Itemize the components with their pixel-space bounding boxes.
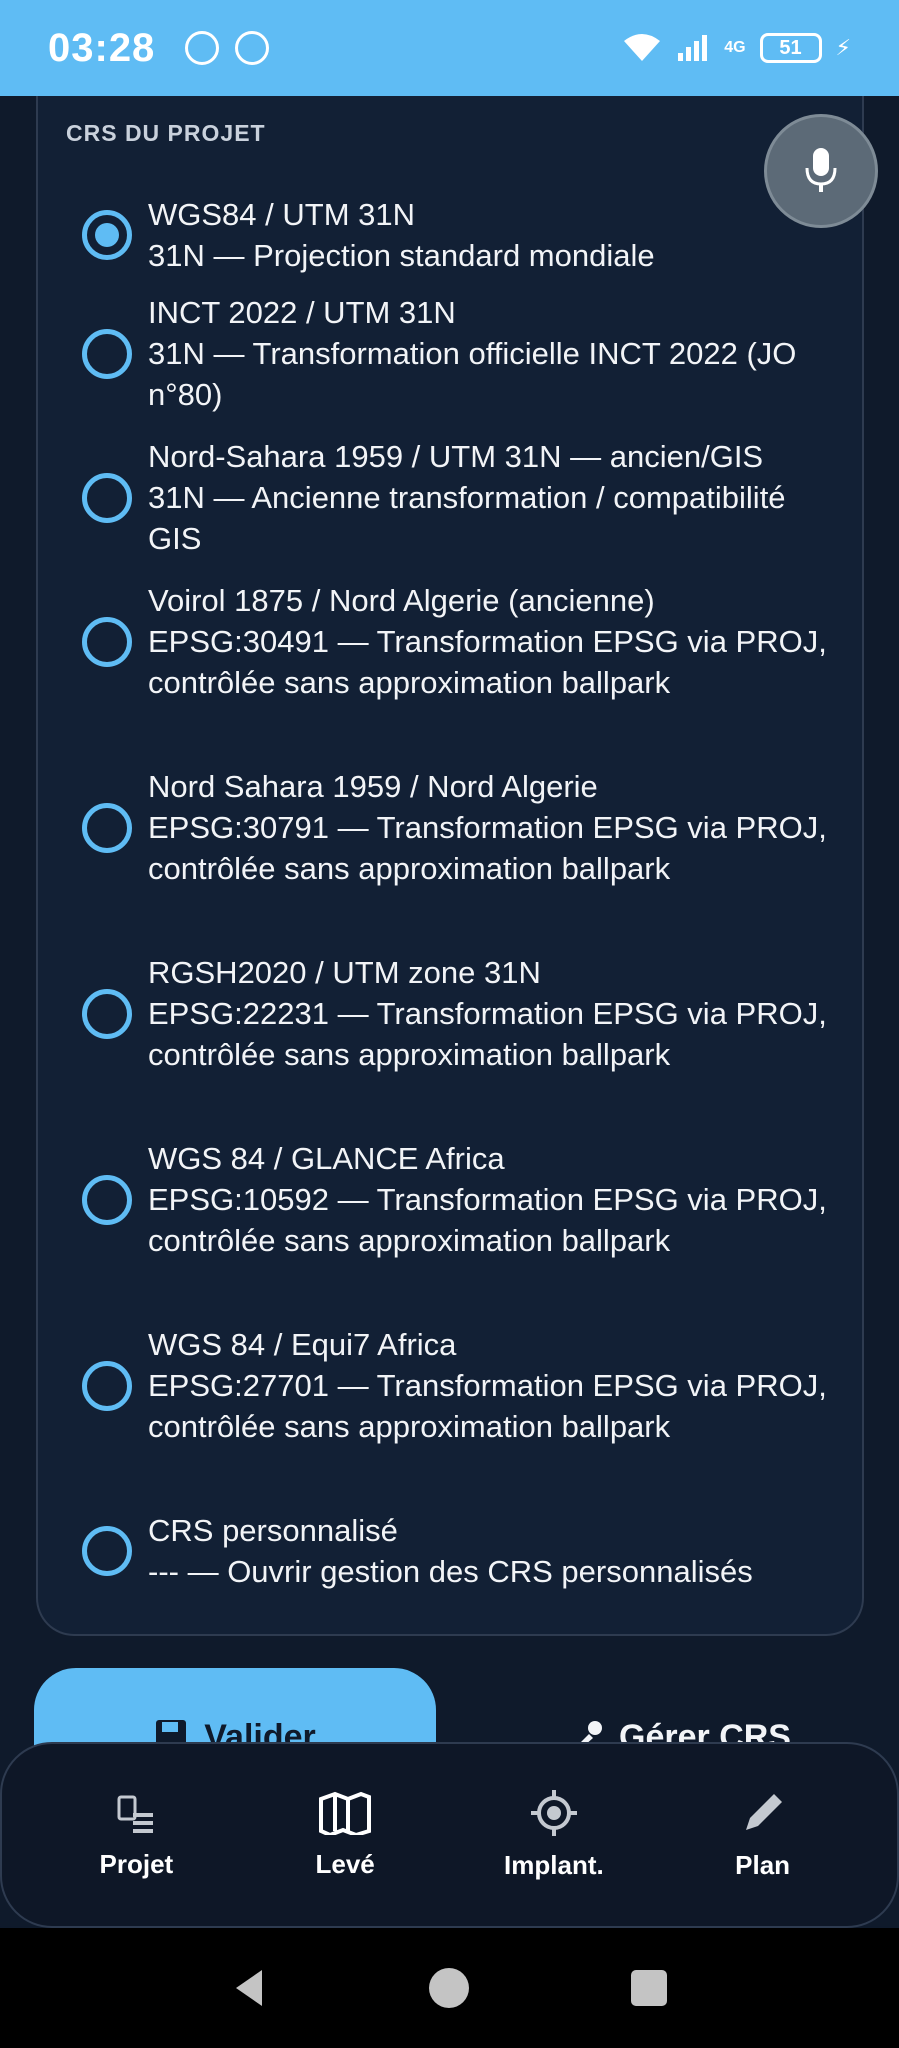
bottom-navigation: Projet Levé Implant. Plan xyxy=(0,1742,899,1928)
crs-option-description: 31N — Projection standard mondiale xyxy=(148,238,655,273)
recents-icon[interactable] xyxy=(627,1966,671,2010)
crs-option-name: WGS 84 / Equi7 Africa xyxy=(148,1327,457,1362)
crs-option-voirol[interactable]: Voirol 1875 / Nord Algerie (ancienne) EP… xyxy=(82,580,842,703)
crs-option-name: Nord Sahara 1959 / Nord Algerie xyxy=(148,769,598,804)
status-bar: 03:28 4G 51 ⚡ xyxy=(0,0,899,96)
nav-item-leve[interactable]: Levé xyxy=(250,1791,440,1880)
microphone-icon xyxy=(805,148,837,192)
crs-option-rgsh2020[interactable]: RGSH2020 / UTM zone 31N EPSG:22231 — Tra… xyxy=(82,952,842,1075)
crs-option-description: EPSG:10592 — Transformation EPSG via PRO… xyxy=(148,1182,827,1258)
signal-icon xyxy=(676,33,710,63)
notification-app-icon xyxy=(185,31,220,65)
radio-button[interactable] xyxy=(82,1526,132,1576)
system-navigation-bar xyxy=(0,1928,899,2048)
charging-icon: ⚡ xyxy=(835,35,851,60)
crs-option-name: INCT 2022 / UTM 31N xyxy=(148,295,456,330)
crs-option-name: Voirol 1875 / Nord Algerie (ancienne) xyxy=(148,583,655,618)
status-time: 03:28 xyxy=(48,25,156,70)
pencil-icon xyxy=(745,1793,782,1830)
crs-option-description: EPSG:30791 — Transformation EPSG via PRO… xyxy=(148,810,827,886)
crs-option-description: --- — Ouvrir gestion des CRS personnalis… xyxy=(148,1554,753,1589)
battery-icon: 51 xyxy=(759,33,822,63)
nav-item-projet[interactable]: Projet xyxy=(41,1791,231,1880)
radio-button[interactable] xyxy=(82,1360,132,1411)
crs-option-description: EPSG:27701 — Transformation EPSG via PRO… xyxy=(148,1368,827,1444)
radio-button[interactable] xyxy=(82,988,132,1039)
radio-button[interactable] xyxy=(82,802,132,853)
wifi-icon xyxy=(622,33,662,63)
nav-item-implant[interactable]: Implant. xyxy=(459,1789,649,1881)
nav-label: Plan xyxy=(735,1849,791,1880)
crs-option-name: CRS personnalisé xyxy=(148,1513,398,1548)
nav-label: Projet xyxy=(99,1848,174,1879)
crs-card: CRS DU PROJET WGS84 / UTM 31N 31N — Proj… xyxy=(36,96,864,1636)
radio-button-selected[interactable] xyxy=(82,210,132,260)
crs-option-name: WGS84 / UTM 31N xyxy=(148,197,415,232)
nav-label: Levé xyxy=(315,1848,375,1879)
crs-option-equi7-africa[interactable]: WGS 84 / Equi7 Africa EPSG:27701 — Trans… xyxy=(82,1324,842,1447)
card-title: CRS DU PROJET xyxy=(66,120,266,146)
crs-option-description: EPSG:30491 — Transformation EPSG via PRO… xyxy=(148,624,827,700)
nav-label: Implant. xyxy=(504,1849,604,1880)
back-icon[interactable] xyxy=(228,1966,272,2010)
crs-option-description: EPSG:22231 — Transformation EPSG via PRO… xyxy=(148,996,827,1072)
radio-button[interactable] xyxy=(82,616,132,667)
crs-option-description: 31N — Transformation officielle INCT 202… xyxy=(148,336,797,412)
crs-option-wgs84[interactable]: WGS84 / UTM 31N 31N — Projection standar… xyxy=(82,194,842,276)
radio-button[interactable] xyxy=(82,328,132,379)
crs-option-nord-sahara-algerie[interactable]: Nord Sahara 1959 / Nord Algerie EPSG:307… xyxy=(82,766,842,889)
network-type: 4G xyxy=(724,39,746,56)
crs-option-nord-sahara-utm[interactable]: Nord-Sahara 1959 / UTM 31N — ancien/GIS … xyxy=(82,436,842,559)
crs-option-name: Nord-Sahara 1959 / UTM 31N — ancien/GIS xyxy=(148,439,764,474)
project-icon xyxy=(117,1795,154,1833)
crs-option-name: RGSH2020 / UTM zone 31N xyxy=(148,955,541,990)
messenger-icon xyxy=(235,31,270,65)
crs-option-inct2022[interactable]: INCT 2022 / UTM 31N 31N — Transformation… xyxy=(82,292,842,415)
radio-button[interactable] xyxy=(82,1174,132,1225)
crs-option-custom[interactable]: CRS personnalisé --- — Ouvrir gestion de… xyxy=(82,1510,842,1592)
home-icon[interactable] xyxy=(427,1966,471,2010)
map-icon xyxy=(319,1791,372,1835)
crs-option-description: 31N — Ancienne transformation / compatib… xyxy=(148,480,786,556)
crs-option-name: WGS 84 / GLANCE Africa xyxy=(148,1141,505,1176)
target-icon xyxy=(530,1789,577,1836)
voice-input-button[interactable] xyxy=(764,114,878,228)
crs-option-glance-africa[interactable]: WGS 84 / GLANCE Africa EPSG:10592 — Tran… xyxy=(82,1138,842,1261)
nav-item-plan[interactable]: Plan xyxy=(668,1790,858,1881)
battery-level: 51 xyxy=(779,36,802,59)
radio-button[interactable] xyxy=(82,472,132,523)
